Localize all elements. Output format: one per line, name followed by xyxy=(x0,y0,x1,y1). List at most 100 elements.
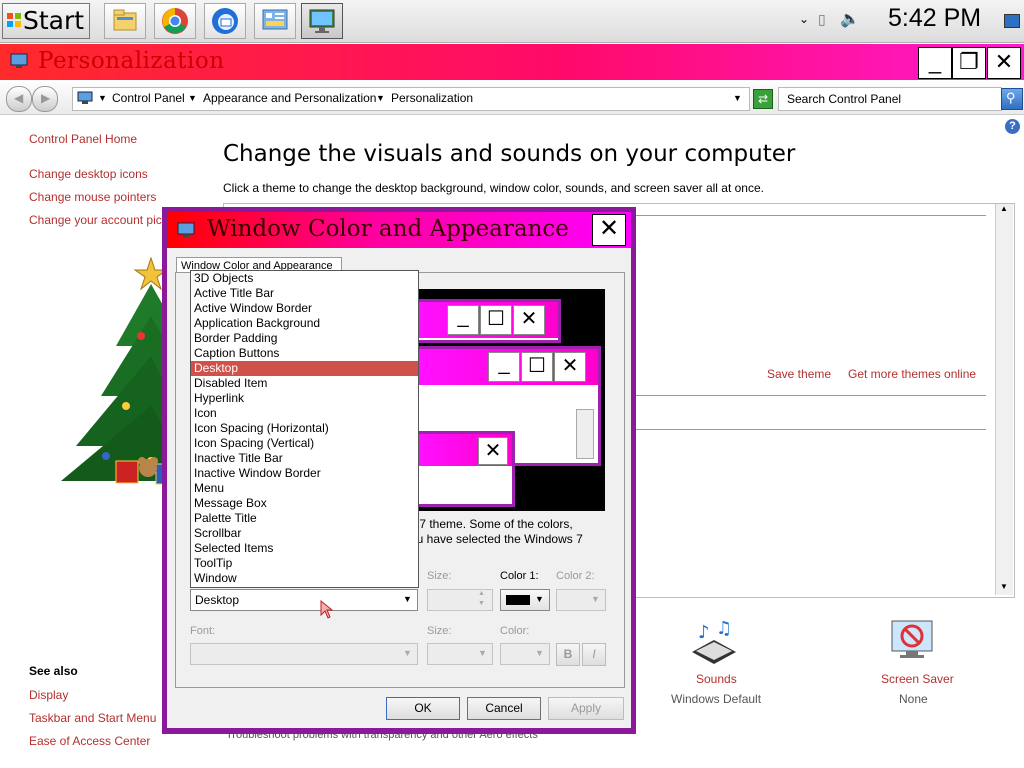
dropdown-option[interactable]: Selected Items xyxy=(191,541,418,556)
item-select[interactable]: Desktop ▼ xyxy=(190,589,418,611)
item-dropdown-list[interactable]: 3D Objects Active Title Bar Active Window … xyxy=(190,270,419,588)
control-panel-small-icon xyxy=(77,91,93,104)
dialog-info-line2: ou have selected the Windows 7 xyxy=(410,532,583,546)
dialog-icon xyxy=(177,222,195,237)
dropdown-option[interactable]: Application Background xyxy=(191,316,418,331)
breadcrumb-separator-icon[interactable]: ▼ xyxy=(376,93,385,103)
preview-close-icon: ✕ xyxy=(554,352,586,382)
save-theme-link[interactable]: Save theme xyxy=(767,367,831,381)
preview-message-box: ✕ xyxy=(415,431,515,507)
sounds-label[interactable]: Sounds xyxy=(696,672,737,686)
taskbar-start-menu-link[interactable]: Taskbar and Start Menu xyxy=(29,711,156,725)
dropdown-option[interactable]: Icon Spacing (Horizontal) xyxy=(191,421,418,436)
dropdown-option[interactable]: Scrollbar xyxy=(191,526,418,541)
change-account-picture-link[interactable]: Change your account pic xyxy=(29,213,162,227)
color2-label: Color 2: xyxy=(556,570,595,582)
display-link[interactable]: Display xyxy=(29,688,68,702)
dropdown-option[interactable]: Active Title Bar xyxy=(191,286,418,301)
dropdown-option[interactable]: Palette Title xyxy=(191,511,418,526)
dropdown-option[interactable]: Hyperlink xyxy=(191,391,418,406)
minimize-button[interactable]: _ xyxy=(918,47,952,79)
windows-logo-icon xyxy=(7,13,21,27)
dropdown-option[interactable]: ToolTip xyxy=(191,556,418,571)
refresh-icon[interactable]: ⇄ xyxy=(753,89,773,109)
taskbar: Start ⌄ ▯ 🔈 5:42 PM xyxy=(0,0,1024,43)
ok-button[interactable]: OK xyxy=(386,697,460,720)
dropdown-option[interactable]: Menu xyxy=(191,481,418,496)
search-input[interactable]: Search Control Panel xyxy=(778,87,1002,111)
dropdown-option[interactable]: Inactive Window Border xyxy=(191,466,418,481)
dropdown-option[interactable]: Active Window Border xyxy=(191,301,418,316)
dropdown-option[interactable]: Caption Buttons xyxy=(191,346,418,361)
preview-minimize-icon: _ xyxy=(488,352,520,382)
address-dropdown-icon[interactable]: ▼ xyxy=(733,93,742,103)
chrome-taskbar-button[interactable] xyxy=(154,3,196,39)
sounds-icon[interactable]: ♪ ♫ xyxy=(688,618,740,666)
preview-close-icon: ✕ xyxy=(513,305,545,335)
breadcrumb-control-panel[interactable]: Control Panel xyxy=(112,91,185,105)
dropdown-option[interactable]: Window xyxy=(191,571,418,586)
breadcrumb-separator-icon[interactable]: ▼ xyxy=(188,93,197,103)
back-button[interactable]: ◀ xyxy=(6,86,32,112)
change-desktop-icons-link[interactable]: Change desktop icons xyxy=(29,167,148,181)
forward-button[interactable]: ▶ xyxy=(32,86,58,112)
breadcrumb-appearance[interactable]: Appearance and Personalization xyxy=(203,91,376,105)
maximize-button[interactable]: ❐ xyxy=(952,47,986,79)
control-panel-taskbar-button[interactable] xyxy=(254,3,296,39)
color1-button[interactable]: ▼ xyxy=(500,589,550,611)
search-placeholder: Search Control Panel xyxy=(787,92,902,106)
spin-down-icon: ▼ xyxy=(478,600,485,607)
breadcrumb-dropdown-icon[interactable]: ▼ xyxy=(98,93,107,103)
network-icon[interactable]: ▯ xyxy=(818,11,826,28)
screen-saver-icon[interactable] xyxy=(886,617,938,667)
preview-maximize-icon: ☐ xyxy=(521,352,553,382)
get-more-themes-link[interactable]: Get more themes online xyxy=(848,367,976,381)
breadcrumb-personalization[interactable]: Personalization xyxy=(391,91,473,105)
chevron-down-icon[interactable]: ▼ xyxy=(403,594,412,604)
system-tray: ⌄ ▯ 🔈 xyxy=(796,4,876,38)
chevron-down-icon: ▼ xyxy=(403,648,412,658)
dropdown-option[interactable]: Inactive Title Bar xyxy=(191,451,418,466)
start-button[interactable]: Start xyxy=(2,3,90,39)
help-icon[interactable]: ? xyxy=(1005,119,1020,134)
volume-icon[interactable]: 🔈 xyxy=(840,9,860,29)
chrome-icon xyxy=(162,8,188,34)
screen-saver-label[interactable]: Screen Saver xyxy=(881,672,954,686)
window-title-bar: Personalization xyxy=(0,44,1024,80)
item-select-value: Desktop xyxy=(195,593,240,607)
apply-button: Apply xyxy=(548,697,624,720)
dropdown-option[interactable]: Border Padding xyxy=(191,331,418,346)
dialog-close-button[interactable]: ✕ xyxy=(592,214,626,246)
search-button[interactable]: ⚲ xyxy=(1001,88,1023,110)
item-size-spinner: ▲ ▼ xyxy=(427,589,493,611)
personalization-taskbar-button[interactable] xyxy=(301,3,343,39)
ease-of-access-link[interactable]: Ease of Access Center xyxy=(29,734,150,748)
chevron-down-icon[interactable]: ▼ xyxy=(535,594,544,604)
chevron-down-icon: ▼ xyxy=(478,648,487,658)
bold-button: B xyxy=(556,643,580,666)
scroll-down-icon[interactable]: ▼ xyxy=(1000,582,1008,591)
scroll-up-icon[interactable]: ▲ xyxy=(1000,204,1008,213)
tray-expand-icon[interactable]: ⌄ xyxy=(799,12,809,26)
close-button[interactable]: ✕ xyxy=(987,47,1021,79)
explorer-taskbar-button[interactable] xyxy=(104,3,146,39)
forward-arrow-icon: ▶ xyxy=(41,91,51,105)
cancel-button[interactable]: Cancel xyxy=(467,697,541,720)
theme-list-scrollbar[interactable]: ▲ ▼ xyxy=(995,204,1013,595)
dropdown-option[interactable]: Icon Spacing (Vertical) xyxy=(191,436,418,451)
clock[interactable]: 5:42 PM xyxy=(888,4,981,33)
dropdown-option[interactable]: Disabled Item xyxy=(191,376,418,391)
mouse-cursor-icon xyxy=(320,600,334,619)
spin-up-icon: ▲ xyxy=(478,590,485,597)
thunderbird-taskbar-button[interactable] xyxy=(204,3,246,39)
control-panel-icon xyxy=(262,9,288,30)
preview-scrollbar xyxy=(576,409,594,459)
dropdown-option[interactable]: 3D Objects xyxy=(191,271,418,286)
show-desktop-icon[interactable] xyxy=(1004,14,1020,28)
dropdown-option[interactable]: Icon xyxy=(191,406,418,421)
thunderbird-icon xyxy=(212,8,238,34)
control-panel-home-link[interactable]: Control Panel Home xyxy=(29,132,137,146)
dropdown-option[interactable]: Desktop xyxy=(191,361,418,376)
dropdown-option[interactable]: Message Box xyxy=(191,496,418,511)
change-mouse-pointers-link[interactable]: Change mouse pointers xyxy=(29,190,156,204)
